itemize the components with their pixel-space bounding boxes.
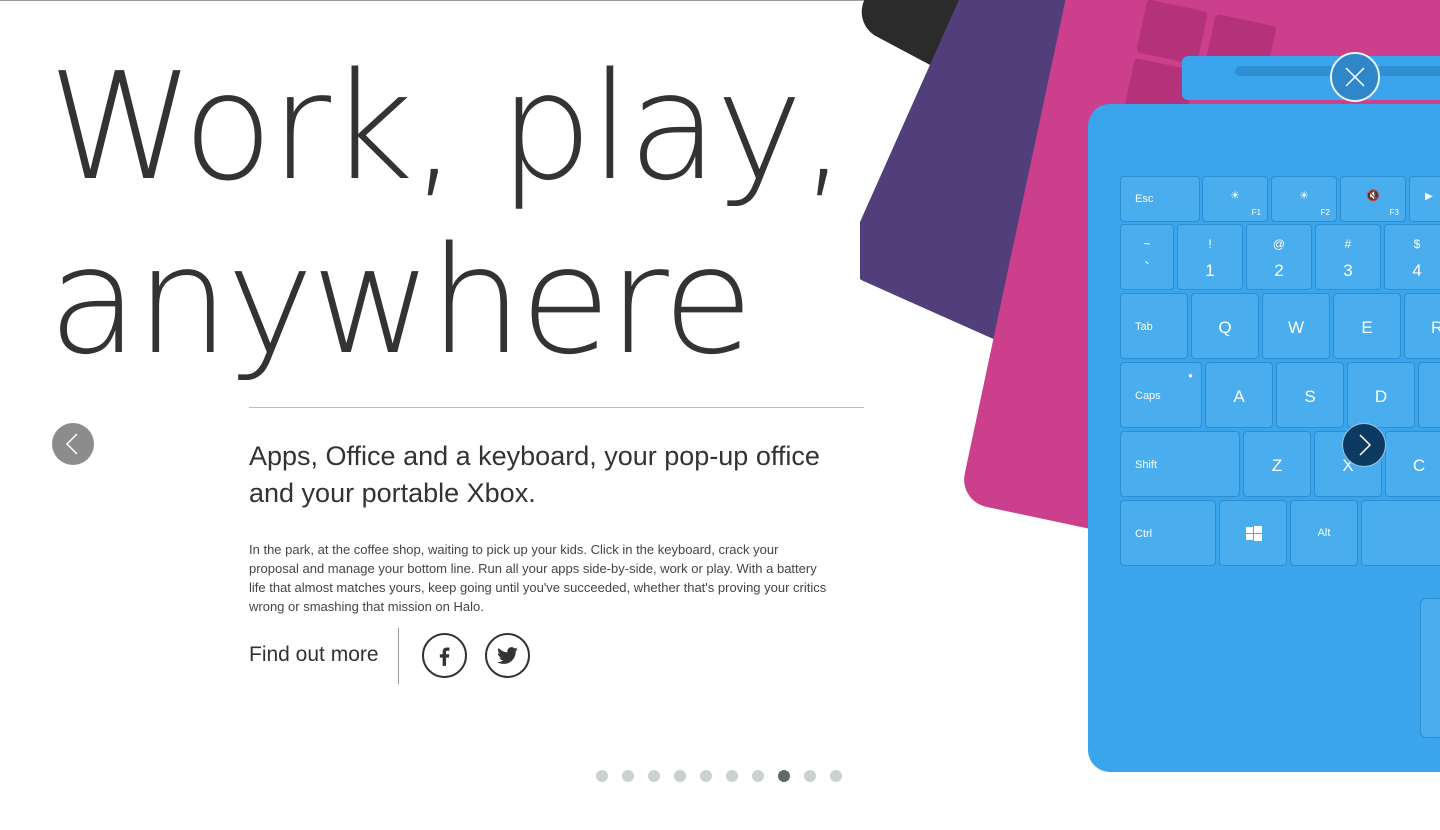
chevron-left-icon: [65, 433, 78, 455]
key-a: A: [1205, 362, 1273, 428]
key-2: @ 2: [1246, 224, 1312, 290]
body-copy: In the park, at the coffee shop, waiting…: [249, 542, 827, 614]
key-z: Z: [1243, 431, 1311, 497]
ctrl-key: Ctrl: [1120, 500, 1216, 566]
headline-line-1: Work, play,: [48, 41, 847, 213]
subheading: Apps, Office and a keyboard, your pop-up…: [249, 441, 820, 508]
content-divider: [249, 407, 864, 408]
play-key: ▶: [1409, 176, 1440, 222]
facebook-share-button[interactable]: [422, 633, 467, 678]
blue-cover-hinge: [1182, 56, 1440, 100]
tilde-key: ~ `: [1120, 224, 1174, 290]
caps-key: Caps ●: [1120, 362, 1202, 428]
key-e: E: [1333, 293, 1401, 359]
find-out-more-link[interactable]: Find out more: [249, 643, 379, 667]
key-f: [1418, 362, 1440, 428]
trackpad: [1420, 598, 1440, 738]
carousel-dot-9[interactable]: [804, 770, 816, 782]
key-4: $ 4: [1384, 224, 1440, 290]
carousel-dot-7[interactable]: [752, 770, 764, 782]
key-c: C: [1385, 431, 1440, 497]
carousel-dot-8[interactable]: [778, 770, 790, 782]
carousel-dot-10[interactable]: [830, 770, 842, 782]
close-icon: [1345, 67, 1365, 87]
windows-logo-icon: [1246, 526, 1262, 541]
carousel-dot-6[interactable]: [726, 770, 738, 782]
space-key: [1361, 500, 1440, 566]
tab-key: Tab: [1120, 293, 1188, 359]
shift-key: Shift: [1120, 431, 1240, 497]
carousel-dot-1[interactable]: [596, 770, 608, 782]
key-w: W: [1262, 293, 1330, 359]
carousel-dot-5[interactable]: [700, 770, 712, 782]
key-s: S: [1276, 362, 1344, 428]
windows-key: [1219, 500, 1287, 566]
headline-line-2: anywhere: [48, 215, 754, 387]
esc-key: Esc: [1120, 176, 1200, 222]
previous-slide-button[interactable]: [52, 423, 94, 465]
twitter-icon: [496, 647, 518, 664]
cta-separator: [398, 628, 399, 684]
key-r: R: [1404, 293, 1440, 359]
key-q: Q: [1191, 293, 1259, 359]
carousel-dot-3[interactable]: [648, 770, 660, 782]
brightness-down-key: ☀ F1: [1202, 176, 1268, 222]
key-1: ! 1: [1177, 224, 1243, 290]
twitter-share-button[interactable]: [485, 633, 530, 678]
facebook-icon: [439, 647, 450, 666]
key-d: D: [1347, 362, 1415, 428]
page-headline: Work, play, anywhere: [48, 40, 868, 388]
carousel-dot-4[interactable]: [674, 770, 686, 782]
carousel-dot-2[interactable]: [622, 770, 634, 782]
alt-key: Alt: [1290, 500, 1358, 566]
brightness-up-key: ☀ F2: [1271, 176, 1337, 222]
key-3: # 3: [1315, 224, 1381, 290]
next-slide-button[interactable]: [1342, 423, 1386, 467]
mute-key: 🔇 F3: [1340, 176, 1406, 222]
close-button[interactable]: [1330, 52, 1380, 102]
chevron-right-icon: [1359, 434, 1372, 456]
